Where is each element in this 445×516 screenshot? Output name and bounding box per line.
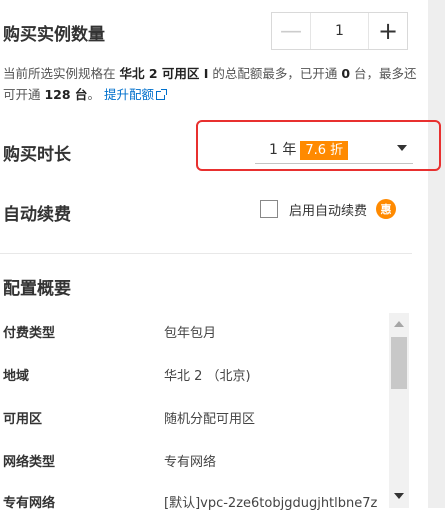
raise-quota-label: 提升配额 (103, 87, 154, 102)
summary-row: 地域 华北 2 （北京) (0, 359, 390, 389)
quantity-stepper[interactable]: — 1 + (271, 12, 408, 50)
external-link-icon (155, 89, 167, 100)
quota-remaining: 128 台 (44, 87, 88, 102)
auto-renew-checkbox-label: 启用自动续费 (289, 203, 368, 219)
increment-button[interactable]: + (368, 13, 407, 49)
quota-region: 华北 2 可用区 I (119, 66, 209, 81)
duration-value: 1 年 (269, 142, 297, 158)
quota-prefix: 当前所选实例规格在 (3, 66, 120, 81)
scroll-thumb[interactable] (391, 337, 407, 389)
summary-key: 地域 (3, 369, 30, 384)
section-divider (0, 253, 412, 254)
quantity-label: 购买实例数量 (3, 25, 105, 45)
raise-quota-link[interactable]: 提升配额 (103, 87, 167, 102)
summary-row: 网络类型 专有网络 (0, 445, 390, 475)
summary-key: 付费类型 (3, 326, 56, 341)
summary-row: 付费类型 包年包月 (0, 316, 390, 346)
duration-select[interactable]: 1 年 7.6 折 (255, 133, 413, 164)
discount-badge: 7.6 折 (300, 141, 349, 160)
summary-key: 专有网络 (3, 496, 56, 511)
summary-value: 专有网络 (164, 455, 217, 470)
summary-value: [默认]vpc-2ze6tobjgdugjhtlbne7z (164, 496, 378, 511)
summary-scrollbar[interactable] (389, 313, 409, 508)
summary-value: 包年包月 (164, 326, 217, 341)
quantity-value[interactable]: 1 (310, 13, 369, 49)
auto-renew-toggle[interactable]: 启用自动续费 惠 (260, 198, 397, 220)
auto-renew-label: 自动续费 (3, 205, 71, 225)
caret-down-icon (397, 145, 407, 151)
summary-key: 可用区 (3, 412, 43, 427)
summary-title: 配置概要 (3, 279, 71, 299)
summary-value: 华北 2 （北京) (164, 369, 251, 384)
summary-key: 网络类型 (3, 455, 56, 470)
quota-mid3: 。 (87, 87, 100, 102)
quota-opened: 0 (341, 66, 351, 81)
right-edge-panel (428, 0, 445, 508)
summary-row: 可用区 随机分配可用区 (0, 402, 390, 432)
decrement-button[interactable]: — (272, 13, 311, 49)
scroll-down-icon[interactable] (394, 493, 404, 499)
quota-notice: 当前所选实例规格在 华北 2 可用区 I 的总配额最多，已开通 0 台，最多还可… (3, 63, 418, 105)
summary-value: 随机分配可用区 (164, 412, 256, 427)
minus-icon: — (280, 18, 302, 44)
scroll-up-icon[interactable] (394, 321, 404, 327)
promo-icon: 惠 (376, 199, 397, 219)
quota-mid1: 的总配额最多，已开通 (208, 66, 342, 81)
duration-label: 购买时长 (3, 145, 71, 165)
summary-row: 专有网络 [默认]vpc-2ze6tobjgdugjhtlbne7z (0, 486, 390, 516)
auto-renew-checkbox[interactable] (260, 200, 278, 218)
plus-icon: + (377, 17, 399, 45)
